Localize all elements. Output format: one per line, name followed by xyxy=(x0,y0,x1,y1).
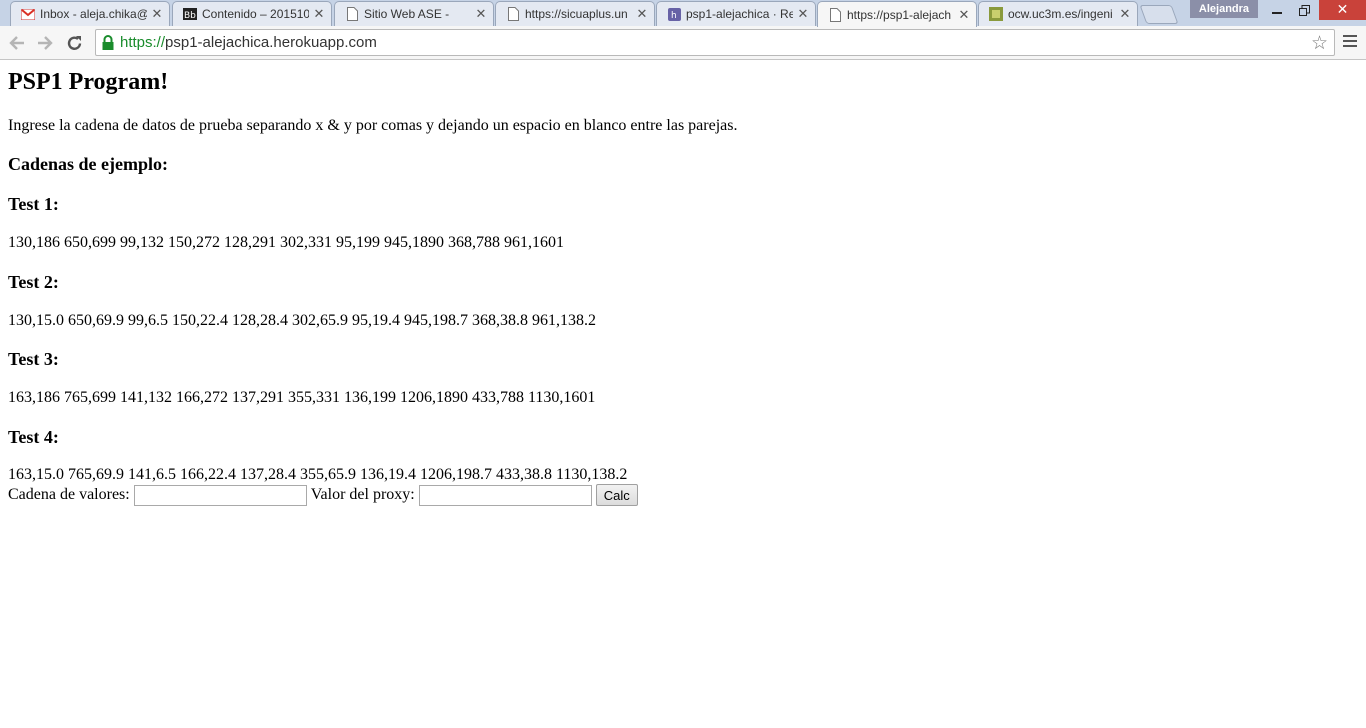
close-tab-icon[interactable]: ✕ xyxy=(797,6,809,22)
close-tab-icon[interactable]: ✕ xyxy=(313,6,325,22)
test-4-data: 163,15.0 765,69.9 141,6.5 166,22.4 137,2… xyxy=(8,466,628,483)
close-tab-icon[interactable]: ✕ xyxy=(475,6,487,22)
site-icon xyxy=(989,7,1003,21)
blackboard-icon: Bb xyxy=(183,7,197,21)
bookmark-star-icon[interactable]: ☆ xyxy=(1311,32,1328,54)
back-arrow-icon[interactable] xyxy=(6,32,28,54)
calc-form: Cadena de valores: Valor del proxy: Calc xyxy=(8,484,638,506)
browser-toolbar: https://psp1-alejachica.herokuapp.com ☆ xyxy=(0,26,1366,60)
tab-strip: Inbox - aleja.chika@ ✕ Bb Contenido – 20… xyxy=(0,0,1366,27)
close-tab-icon[interactable]: ✕ xyxy=(151,6,163,22)
test-4-heading: Test 4: xyxy=(8,427,59,447)
tab-sitio-web[interactable]: Sitio Web ASE - ✕ xyxy=(334,1,494,26)
tab-title: psp1-alejachica · Re xyxy=(686,7,793,21)
tab-title: Contenido – 201510 xyxy=(202,7,309,21)
tab-title: https://sicuaplus.un xyxy=(525,7,628,21)
lock-icon xyxy=(101,35,115,51)
svg-text:h: h xyxy=(671,11,677,21)
tab-sicuaplus[interactable]: https://sicuaplus.un ✕ xyxy=(495,1,655,26)
close-tab-icon[interactable]: ✕ xyxy=(636,6,648,22)
test-3-heading: Test 3: xyxy=(8,349,59,369)
tab-heroku[interactable]: h psp1-alejachica · Re ✕ xyxy=(656,1,816,26)
examples-heading: Cadenas de ejemplo: xyxy=(8,154,168,174)
restore-icon[interactable] xyxy=(1291,0,1317,20)
forward-arrow-icon[interactable] xyxy=(34,32,56,54)
proxy-input[interactable] xyxy=(418,484,592,506)
tab-contenido[interactable]: Bb Contenido – 201510 ✕ xyxy=(172,1,332,26)
tab-title: https://psp1-alejach xyxy=(847,7,952,22)
svg-text:Bb: Bb xyxy=(184,11,196,20)
page-icon xyxy=(345,7,359,21)
tab-psp1-active[interactable]: https://psp1-alejach ✕ xyxy=(817,1,977,27)
minimize-icon[interactable] xyxy=(1264,0,1290,20)
page-icon xyxy=(506,7,520,21)
test-3-data: 163,186 765,699 141,132 166,272 137,291 … xyxy=(8,389,596,406)
new-tab-button[interactable] xyxy=(1139,5,1179,24)
close-window-icon[interactable]: ✕ xyxy=(1319,0,1366,20)
calc-button[interactable]: Calc xyxy=(595,484,638,506)
test-1-heading: Test 1: xyxy=(8,194,59,214)
test-2-heading: Test 2: xyxy=(8,272,59,292)
tab-title: Sitio Web ASE - xyxy=(364,7,450,21)
url-host: psp1-alejachica.herokuapp.com xyxy=(165,34,377,51)
reload-icon[interactable] xyxy=(63,32,85,54)
heroku-icon: h xyxy=(667,7,681,21)
gmail-icon xyxy=(21,7,35,21)
page-icon xyxy=(828,7,842,22)
proxy-label: Valor del proxy: xyxy=(310,486,415,503)
close-tab-icon[interactable]: ✕ xyxy=(958,7,970,23)
url-text: https://psp1-alejachica.herokuapp.com xyxy=(120,34,377,51)
tab-inbox[interactable]: Inbox - aleja.chika@ ✕ xyxy=(10,1,170,26)
profile-button[interactable]: Alejandra xyxy=(1190,0,1258,18)
test-2-data: 130,15.0 650,69.9 99,6.5 150,22.4 128,28… xyxy=(8,312,596,329)
values-label: Cadena de valores: xyxy=(8,486,130,503)
close-tab-icon[interactable]: ✕ xyxy=(1119,6,1131,22)
tab-ocw[interactable]: ocw.uc3m.es/ingeni ✕ xyxy=(978,1,1138,26)
page-title: PSP1 Program! xyxy=(8,69,169,95)
url-scheme: https:// xyxy=(120,34,166,51)
test-1-data: 130,186 650,699 99,132 150,272 128,291 3… xyxy=(8,234,564,251)
tab-title: Inbox - aleja.chika@ xyxy=(40,7,147,21)
instructions-text: Ingrese la cadena de datos de prueba sep… xyxy=(8,117,738,134)
address-bar[interactable]: https://psp1-alejachica.herokuapp.com ☆ xyxy=(95,29,1335,56)
menu-icon[interactable] xyxy=(1343,35,1357,49)
tab-title: ocw.uc3m.es/ingeni xyxy=(1008,7,1113,21)
values-input[interactable] xyxy=(133,484,307,506)
